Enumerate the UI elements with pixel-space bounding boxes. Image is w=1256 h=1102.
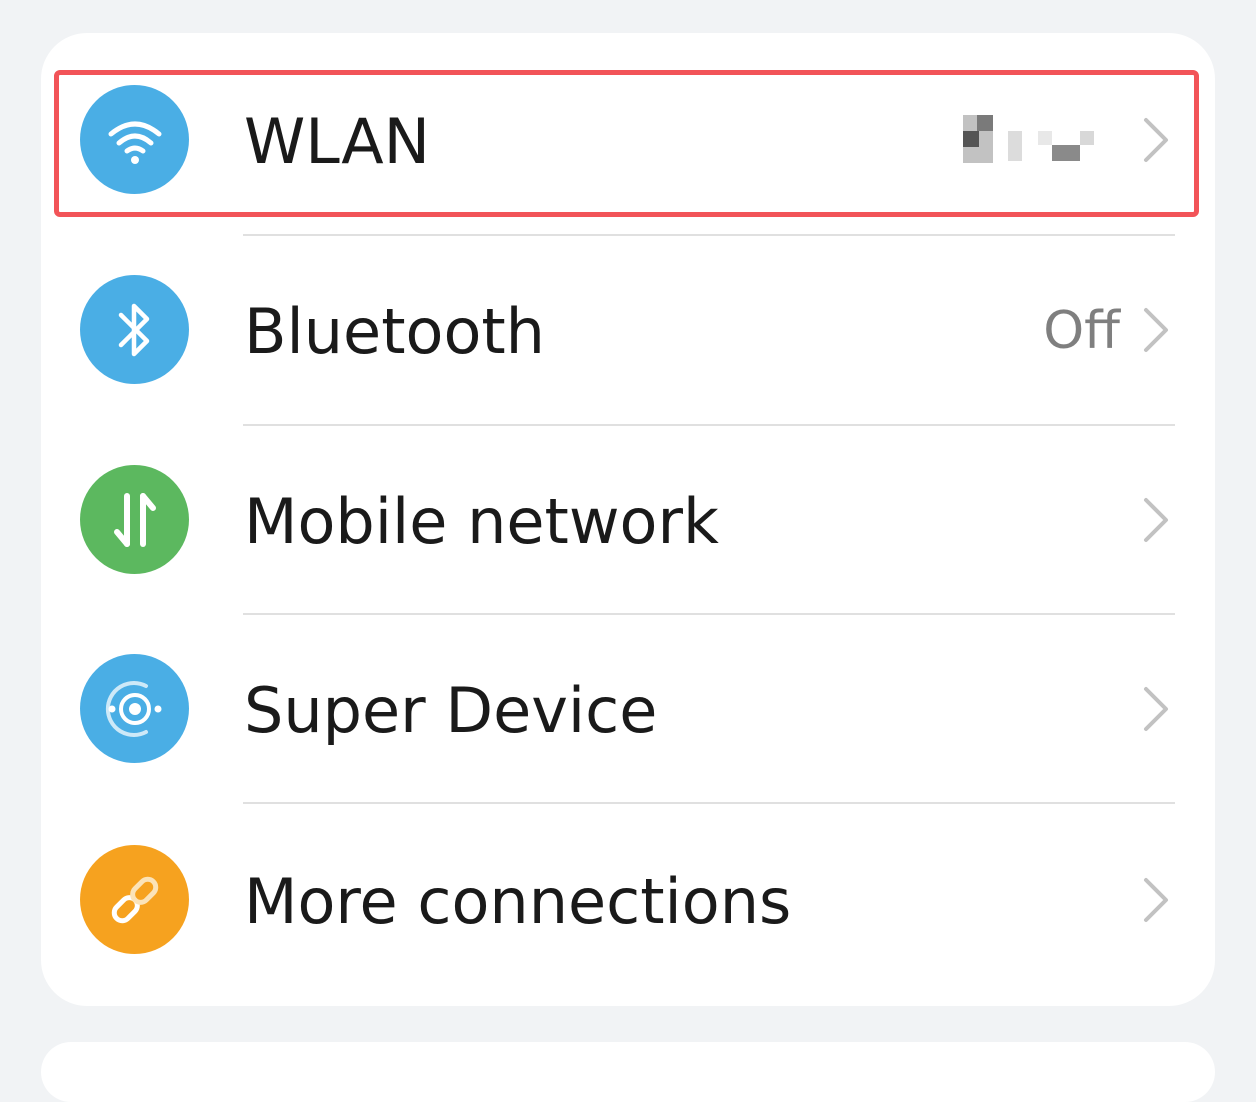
super-device-label: Super Device: [244, 674, 658, 747]
bluetooth-label: Bluetooth: [244, 295, 545, 368]
chevron-right-icon: [1144, 118, 1168, 162]
mobile-data-icon: [80, 465, 189, 574]
chevron-right-icon: [1144, 498, 1168, 542]
bluetooth-row[interactable]: Bluetooth Off: [41, 235, 1215, 424]
bluetooth-status: Off: [1043, 301, 1120, 361]
wlan-label: WLAN: [244, 105, 431, 178]
more-connections-row[interactable]: More connections: [41, 803, 1215, 992]
wifi-icon: [80, 85, 189, 194]
next-card: [41, 1042, 1215, 1102]
more-connections-label: More connections: [244, 865, 792, 938]
super-device-icon: [80, 654, 189, 763]
connections-card: WLAN Bluetooth Off Mobile network Super …: [41, 33, 1215, 1006]
mobile-network-row[interactable]: Mobile network: [41, 425, 1215, 614]
chevron-right-icon: [1144, 878, 1168, 922]
super-device-row[interactable]: Super Device: [41, 614, 1215, 803]
mobile-network-label: Mobile network: [244, 485, 719, 558]
wlan-row[interactable]: WLAN: [41, 45, 1215, 234]
bluetooth-icon: [80, 275, 189, 384]
link-icon: [80, 845, 189, 954]
chevron-right-icon: [1144, 308, 1168, 352]
chevron-right-icon: [1144, 687, 1168, 731]
